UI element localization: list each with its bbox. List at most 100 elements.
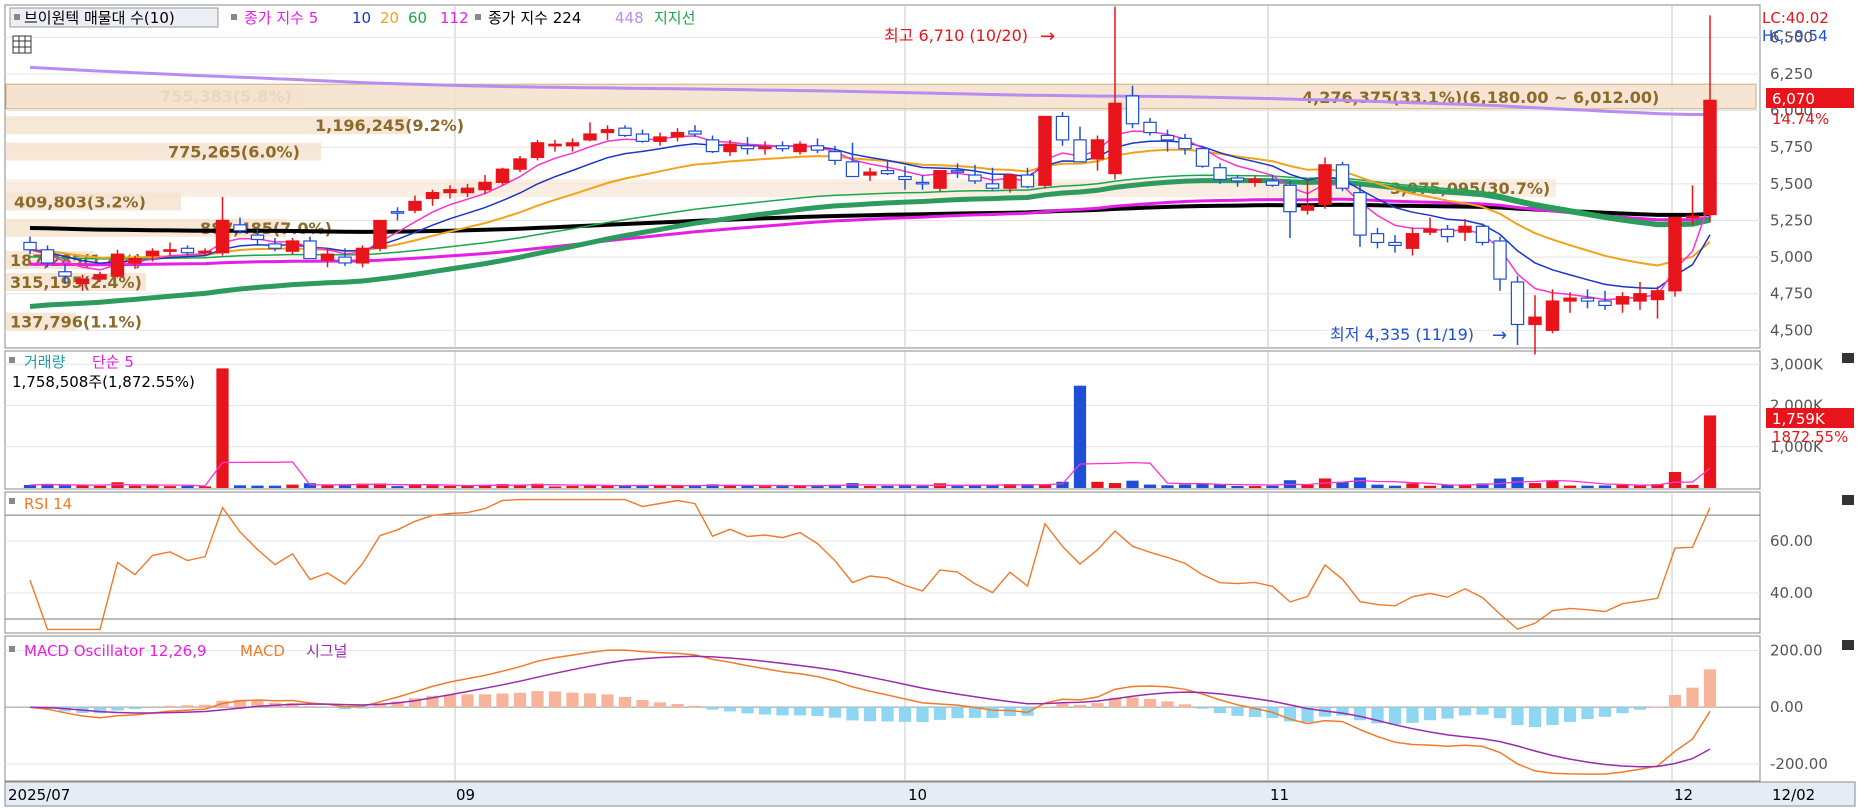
macd-oscillator-bar bbox=[1196, 707, 1209, 709]
macd-oscillator-bar bbox=[1178, 704, 1192, 708]
macd-oscillator-bar bbox=[181, 705, 194, 708]
volume-bar bbox=[1161, 485, 1174, 488]
candle-body bbox=[425, 192, 440, 200]
macd-axis: 200.00 0.00 -200.00 bbox=[1770, 642, 1828, 773]
macd-oscillator-bar bbox=[828, 707, 842, 718]
macd-oscillator-bar bbox=[1546, 707, 1559, 725]
macd-oscillator-bar bbox=[776, 707, 789, 716]
macd-signal-label: 시그널 bbox=[306, 642, 347, 660]
volume-profile-label: 1,196,245(9.2%) bbox=[315, 116, 464, 135]
volume-bar bbox=[268, 485, 282, 488]
price-tick-label: 4,500 bbox=[1770, 321, 1813, 339]
ma20-legend[interactable]: 20 bbox=[380, 9, 399, 27]
candle-body bbox=[845, 161, 860, 178]
volume-bar bbox=[391, 486, 404, 488]
candle-body bbox=[530, 142, 545, 159]
candle-body bbox=[1108, 102, 1122, 175]
candle-body bbox=[513, 158, 527, 170]
main-panel[interactable] bbox=[4, 4, 1761, 349]
support-line-legend[interactable]: 지지선 bbox=[654, 9, 695, 27]
price-tick-label: 5,750 bbox=[1770, 138, 1813, 156]
square-icon bbox=[14, 14, 20, 20]
candle-body bbox=[793, 143, 807, 153]
volume-bar bbox=[251, 485, 264, 488]
stock-chart[interactable]: 755,383(5.8%)1,196,245(9.2%)775,265(6.0%… bbox=[0, 0, 1858, 808]
candle-body bbox=[1090, 139, 1105, 160]
macd-oscillator-bar bbox=[338, 707, 352, 710]
macd-oscillator-bar bbox=[1231, 707, 1244, 716]
candle-body bbox=[93, 274, 107, 280]
candle-body bbox=[1668, 216, 1682, 292]
candle-body bbox=[1038, 115, 1052, 186]
candle-body bbox=[390, 211, 405, 214]
macd-oscillator-bar bbox=[898, 707, 912, 722]
macd-oscillator-bar bbox=[583, 693, 597, 708]
volume-bar bbox=[443, 485, 457, 488]
candle-body bbox=[373, 219, 387, 249]
macd-minimize-button[interactable] bbox=[1842, 640, 1854, 650]
candle-body bbox=[775, 145, 790, 150]
macd-oscillator-bar bbox=[1511, 707, 1524, 725]
volume-bar bbox=[1616, 484, 1629, 488]
ma60-legend[interactable]: 60 bbox=[408, 9, 427, 27]
macd-oscillator-bar bbox=[1563, 707, 1577, 722]
volume-bar bbox=[58, 485, 72, 488]
volume-bar bbox=[338, 485, 352, 488]
candle-body bbox=[1528, 316, 1542, 326]
candle-body bbox=[1615, 296, 1630, 305]
table-icon[interactable] bbox=[12, 35, 32, 54]
volume-minimize-button[interactable] bbox=[1842, 353, 1854, 363]
current-price-text: 6,070 bbox=[1772, 90, 1815, 108]
candle-body bbox=[880, 170, 895, 175]
macd-oscillator-bar bbox=[706, 707, 719, 710]
candle-body bbox=[443, 189, 457, 194]
candle-body bbox=[338, 256, 352, 264]
volume-bar bbox=[1266, 485, 1279, 488]
candle-body bbox=[933, 170, 947, 189]
candle-body bbox=[408, 200, 422, 211]
close-ma-legend[interactable]: 종가 지수 5 bbox=[244, 9, 318, 27]
square-icon bbox=[475, 14, 481, 20]
low-annotation: 최저 4,335 (11/19) bbox=[1330, 325, 1474, 344]
macd-oscillator-bar bbox=[793, 707, 807, 716]
candle-body bbox=[583, 133, 597, 141]
macd-oscillator-bar bbox=[1143, 698, 1157, 708]
macd-oscillator-bar bbox=[461, 694, 474, 708]
ma112-legend[interactable]: 112 bbox=[440, 9, 469, 27]
volume-current-pct: 1872.55% bbox=[1772, 428, 1848, 446]
candle-body bbox=[1633, 293, 1647, 302]
candle-body bbox=[1423, 228, 1437, 233]
x-label-nov: 11 bbox=[1270, 786, 1289, 804]
volume-profile-legend[interactable]: 브이원텍 매물대 수(10) bbox=[24, 9, 175, 27]
volume-bar bbox=[1126, 480, 1139, 488]
candle-body bbox=[1563, 297, 1577, 302]
candle-body bbox=[1213, 167, 1227, 181]
volume-bar bbox=[1108, 483, 1122, 488]
macd-oscillator-bar bbox=[1038, 706, 1052, 708]
macd-oscillator-bar bbox=[986, 707, 999, 719]
candle-body bbox=[898, 175, 912, 181]
macd-oscillator-bar bbox=[513, 692, 527, 708]
volume-bar bbox=[286, 484, 299, 488]
ma10-legend[interactable]: 10 bbox=[352, 9, 371, 27]
ma448-legend[interactable]: 448 bbox=[615, 9, 644, 27]
candle-body bbox=[723, 143, 737, 153]
volume-panel[interactable] bbox=[4, 350, 1761, 490]
square-icon bbox=[9, 646, 15, 652]
price-tick-label: 6,500 bbox=[1770, 28, 1813, 46]
candle-body bbox=[215, 219, 230, 254]
volume-bar bbox=[1073, 385, 1087, 488]
close-ma224-legend[interactable]: 종가 지수 224 bbox=[488, 9, 581, 27]
macd-oscillator-bar bbox=[1581, 707, 1594, 720]
volume-bar bbox=[216, 368, 229, 488]
x-label-last: 12/02 bbox=[1772, 786, 1815, 804]
rsi-minimize-button[interactable] bbox=[1842, 495, 1854, 505]
macd-oscillator-bar bbox=[1703, 669, 1717, 708]
candle-body bbox=[40, 249, 55, 264]
macd-oscillator-bar bbox=[1406, 707, 1419, 723]
macd-oscillator-bar bbox=[636, 700, 649, 708]
macd-label: MACD bbox=[240, 642, 285, 660]
volume-bar bbox=[198, 486, 212, 488]
square-icon bbox=[231, 14, 237, 20]
volume-bar bbox=[233, 485, 247, 488]
